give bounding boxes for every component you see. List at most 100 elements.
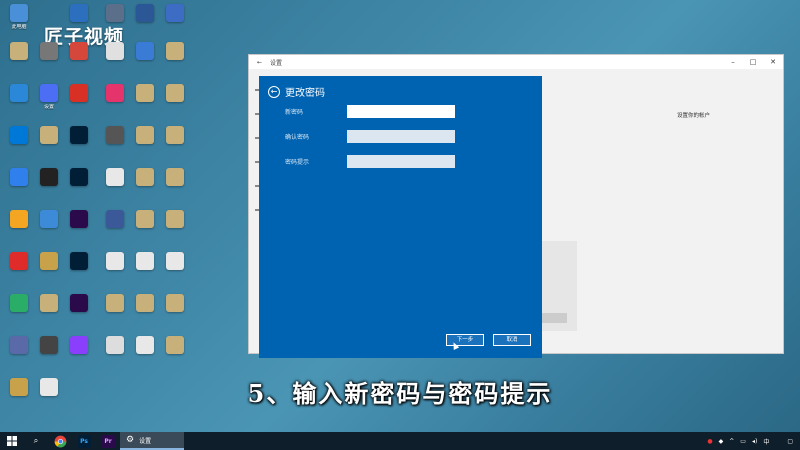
desktop-icon[interactable] [160,252,190,292]
desktop-icon[interactable] [130,84,160,124]
desktop-icon-image [136,4,154,22]
desktop-icon-image [40,126,58,144]
desktop-icon[interactable] [64,84,94,124]
desktop-icon[interactable] [130,126,160,166]
desktop-icon[interactable] [100,294,130,334]
desktop-icon[interactable] [130,168,160,208]
desktop-icon-image [106,294,124,312]
cancel-button[interactable]: 取消 [493,334,531,346]
desktop-icon[interactable] [100,252,130,292]
desktop-icon[interactable] [34,252,64,292]
desktop-icon[interactable] [130,336,160,376]
desktop-icon[interactable] [34,126,64,166]
confirm-password-label: 确认密码 [285,134,310,141]
desktop-icon-image [106,4,124,22]
desktop-icon[interactable] [4,126,34,166]
desktop-icon[interactable] [4,336,34,376]
desktop-icon[interactable] [64,168,94,208]
antivirus-icon[interactable]: ● [707,438,712,445]
photoshop-icon[interactable]: Ps [77,434,91,448]
desktop-icon-image [10,336,28,354]
desktop-icon[interactable] [34,42,64,82]
desktop-icon-image [70,84,88,102]
desktop-icon[interactable] [160,336,190,376]
desktop-icon-image [136,42,154,60]
desktop-icon-image [40,168,58,186]
desktop-icon[interactable] [64,294,94,334]
desktop-icon-image [136,210,154,228]
desktop-icon[interactable] [64,252,94,292]
maximize-icon[interactable]: □ [743,58,763,66]
desktop-icon[interactable] [160,210,190,250]
desktop-icon[interactable] [160,84,190,124]
desktop-icon[interactable] [64,336,94,376]
desktop-icon-image [70,4,88,22]
desktop-icon[interactable] [130,252,160,292]
chrome-icon[interactable] [48,432,72,450]
desktop-icon[interactable] [4,84,34,124]
taskbar-settings-app[interactable]: ⚙ 设置 [120,432,184,450]
desktop-icon[interactable] [64,210,94,250]
desktop-icon[interactable] [160,4,190,44]
app-tray-icon[interactable]: ◆ [719,438,724,445]
chevron-up-icon[interactable]: ^ [729,438,734,445]
desktop-icon-image [106,336,124,354]
ime-icon[interactable]: 中 [763,437,769,446]
desktop-icon[interactable] [100,168,130,208]
desktop-icon[interactable] [64,126,94,166]
desktop-icon[interactable] [4,168,34,208]
desktop-icon[interactable] [100,126,130,166]
desktop-icon[interactable] [100,4,130,44]
back-arrow-icon[interactable]: ← [257,59,262,66]
windows-logo-icon[interactable] [0,432,24,450]
desktop-icon-image [40,42,58,60]
network-icon[interactable]: ▭ [740,438,746,445]
new-password-input[interactable] [347,105,455,118]
desktop-icon[interactable] [4,42,34,82]
desktop-icon[interactable] [160,168,190,208]
volume-icon[interactable]: ◂) [752,438,757,445]
desktop-icon-image [106,210,124,228]
minimize-icon[interactable]: – [723,58,743,66]
desktop-icon[interactable] [160,126,190,166]
desktop-icon[interactable] [100,84,130,124]
premiere-icon[interactable]: Pr [101,434,115,448]
desktop-icon[interactable] [130,210,160,250]
desktop-icon[interactable]: 此电脑 [4,4,34,44]
desktop-icon[interactable] [130,294,160,334]
desktop-icon[interactable] [100,42,130,82]
desktop-icon-image [166,294,184,312]
dialog-title: 更改密码 [285,88,325,99]
desktop-icon-image [70,42,88,60]
desktop-icon[interactable] [100,210,130,250]
desktop-icon[interactable] [34,336,64,376]
notification-icon[interactable]: ▢ [787,438,793,445]
desktop-icon[interactable] [64,42,94,82]
desktop-icon[interactable] [4,252,34,292]
close-icon[interactable]: ✕ [763,58,783,66]
search-icon[interactable]: ⌕ [24,432,48,450]
desktop-icon[interactable] [34,210,64,250]
desktop-icon[interactable] [100,336,130,376]
desktop-icon[interactable] [130,4,160,44]
desktop-icon[interactable] [4,210,34,250]
desktop-icon[interactable] [34,294,64,334]
desktop-icon[interactable] [4,294,34,334]
desktop-icon[interactable] [160,42,190,82]
desktop-icon-image [106,252,124,270]
confirm-password-input[interactable] [347,130,455,143]
desktop-icon-image [70,210,88,228]
password-hint-input[interactable] [347,155,455,168]
desktop-icon[interactable] [64,4,94,44]
desktop-icon-image [136,84,154,102]
back-arrow-icon[interactable]: ← [268,85,280,98]
desktop-icon-image [40,294,58,312]
desktop-icon-image [136,252,154,270]
desktop-icon[interactable]: 设置 [34,84,64,124]
desktop-icon[interactable] [130,42,160,82]
settings-right-panel: 设置你的帐户 [677,111,777,129]
desktop-icon[interactable] [34,168,64,208]
desktop-icon-image [136,294,154,312]
desktop-icon[interactable] [160,294,190,334]
right-panel-heading: 设置你的帐户 [677,113,711,119]
